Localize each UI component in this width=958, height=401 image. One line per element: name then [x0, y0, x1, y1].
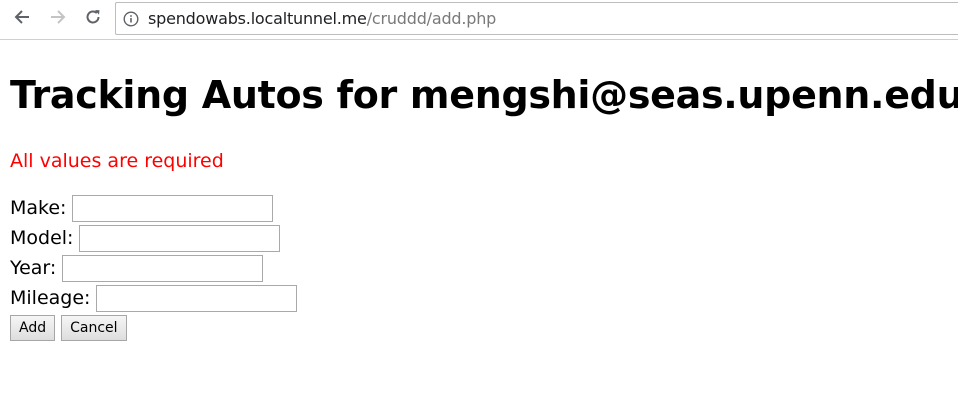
cancel-button[interactable]: Cancel: [61, 315, 127, 341]
error-message: All values are required: [10, 150, 224, 172]
make-input[interactable]: [72, 194, 274, 222]
arrow-right-icon: [49, 8, 67, 30]
reload-icon: [84, 8, 102, 30]
add-button[interactable]: Add: [10, 315, 56, 341]
reload-button[interactable]: [82, 8, 104, 30]
url-host: spendowabs.localtunnel.me: [148, 9, 367, 28]
mileage-input[interactable]: [96, 284, 298, 312]
model-label: Model:: [10, 227, 74, 249]
mileage-row: Mileage:: [10, 284, 298, 312]
url-text: spendowabs.localtunnel.me/cruddd/add.php: [148, 9, 496, 28]
address-bar[interactable]: spendowabs.localtunnel.me/cruddd/add.php: [115, 2, 958, 35]
model-input[interactable]: [79, 224, 281, 252]
mileage-label: Mileage:: [10, 287, 91, 309]
year-input[interactable]: [62, 254, 264, 282]
year-row: Year:: [10, 254, 264, 282]
model-row: Model:: [10, 224, 281, 252]
form-buttons: Add Cancel: [10, 315, 133, 341]
arrow-left-icon: [13, 8, 31, 30]
page-title: Tracking Autos for mengshi@seas.upenn.ed…: [10, 73, 958, 117]
info-icon[interactable]: [123, 10, 139, 27]
make-row: Make:: [10, 194, 274, 222]
forward-button[interactable]: [47, 8, 69, 30]
back-button[interactable]: [11, 8, 33, 30]
browser-toolbar: spendowabs.localtunnel.me/cruddd/add.php: [0, 0, 958, 40]
year-label: Year:: [10, 257, 57, 279]
url-path: /cruddd/add.php: [366, 9, 497, 28]
make-label: Make:: [10, 197, 67, 219]
